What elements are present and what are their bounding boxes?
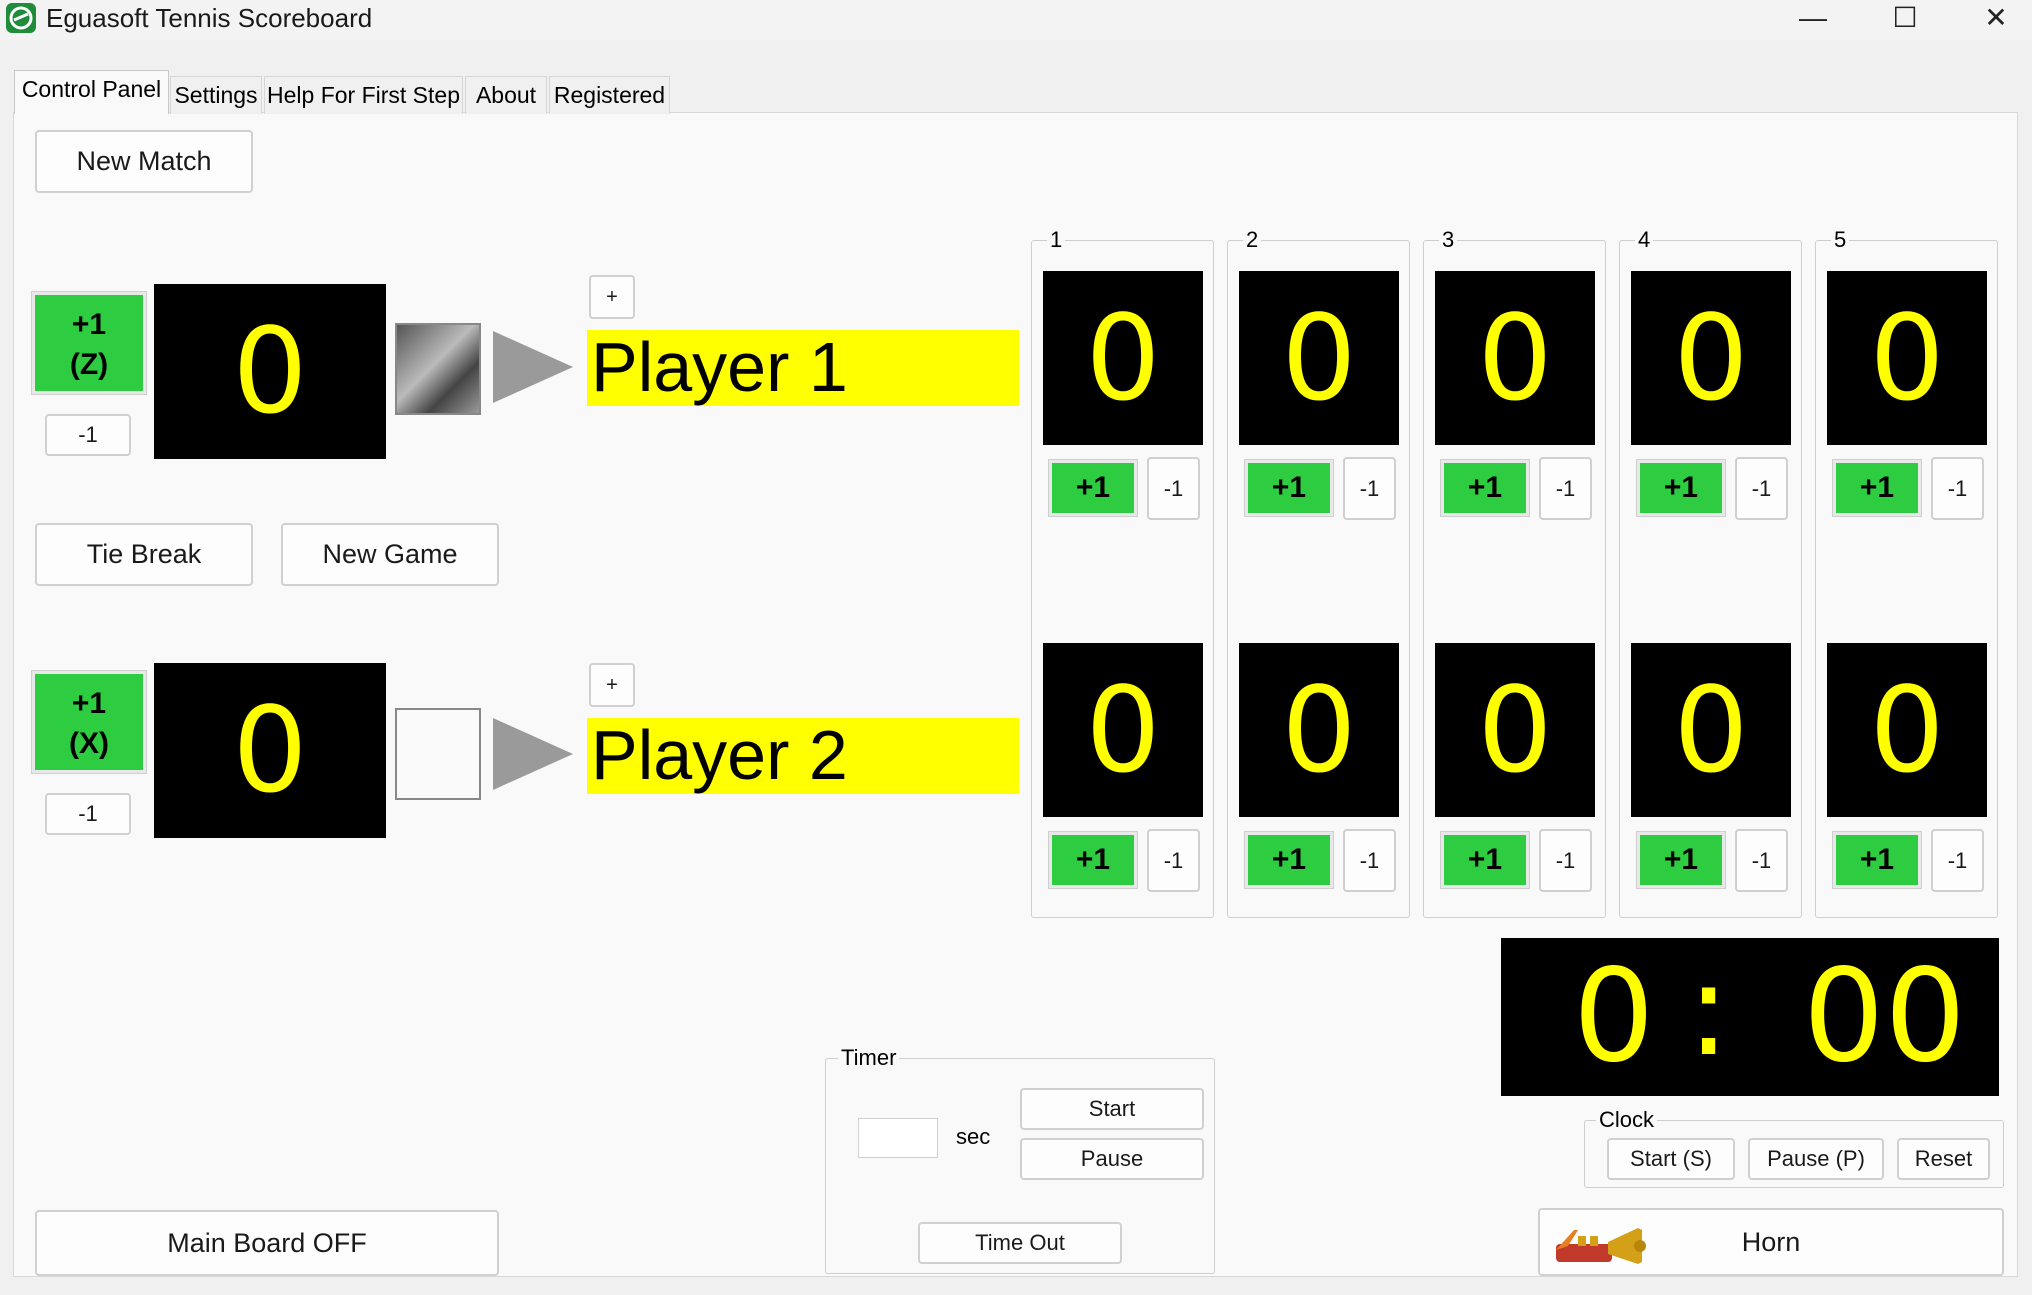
clock-separator: :: [1687, 936, 1731, 1085]
set-3-player2-plus-button[interactable]: +1: [1440, 831, 1530, 889]
player2-expand-button[interactable]: +: [589, 663, 635, 707]
set-1-player2-plus-button[interactable]: +1: [1048, 831, 1138, 889]
arrow-right-icon: [493, 718, 573, 790]
player1-minus-point-button[interactable]: -1: [45, 414, 131, 456]
set-3-player2-minus-button[interactable]: -1: [1539, 829, 1592, 892]
tie-break-button[interactable]: Tie Break: [35, 523, 253, 586]
clock-seconds: 00: [1803, 942, 1966, 1091]
set-3-player2-games: 0: [1435, 643, 1595, 817]
set-5-player1-minus-button[interactable]: -1: [1931, 457, 1984, 520]
timer-pause-button[interactable]: Pause: [1020, 1138, 1204, 1180]
player1-points-display: 0: [154, 284, 386, 459]
set-4-player1-minus-button[interactable]: -1: [1735, 457, 1788, 520]
set-2-player1-plus-button[interactable]: +1: [1244, 459, 1334, 517]
clock-pause-button[interactable]: Pause (P): [1748, 1138, 1884, 1180]
set-4-player2-games: 0: [1631, 643, 1791, 817]
set-2-label: 2: [1243, 228, 1262, 252]
player1-name[interactable]: Player 1: [587, 330, 1019, 406]
trumpet-icon: [1548, 1216, 1648, 1272]
set-5-player1-plus-button[interactable]: +1: [1832, 459, 1922, 517]
set-4-player1-games: 0: [1631, 271, 1791, 445]
tab-help[interactable]: Help For First Step: [264, 76, 463, 114]
player2-add-point-button[interactable]: +1 (X): [31, 670, 147, 774]
tab-registered[interactable]: Registered: [549, 76, 670, 114]
arrow-right-icon: [493, 331, 573, 403]
tab-control-panel[interactable]: Control Panel: [14, 70, 169, 114]
timer-group-label: Timer: [838, 1046, 900, 1070]
window-title: Eguasoft Tennis Scoreboard: [46, 3, 373, 33]
set-3-player1-minus-button[interactable]: -1: [1539, 457, 1592, 520]
set-3-player1-plus-button[interactable]: +1: [1440, 459, 1530, 517]
tab-settings[interactable]: Settings: [170, 76, 262, 114]
set-2-player2-games: 0: [1239, 643, 1399, 817]
tab-about[interactable]: About: [465, 76, 547, 114]
add-label: +1: [71, 308, 107, 341]
set-4-player1-plus-button[interactable]: +1: [1636, 459, 1726, 517]
key-label: (Z): [69, 348, 109, 381]
set-1-player1-games: 0: [1043, 271, 1203, 445]
clock-reset-button[interactable]: Reset: [1897, 1138, 1990, 1180]
clock-display: 0 : 00: [1501, 936, 1999, 1096]
set-2-player2-plus-button[interactable]: +1: [1244, 831, 1334, 889]
set-3-label: 3: [1439, 228, 1458, 252]
player2-points-display: 0: [154, 663, 386, 838]
timer-start-button[interactable]: Start: [1020, 1088, 1204, 1130]
new-game-button[interactable]: New Game: [281, 523, 499, 586]
maximize-button[interactable]: ☐: [1859, 0, 1951, 40]
player1-photo[interactable]: [395, 323, 481, 415]
clock-minutes: 0: [1573, 942, 1655, 1091]
player2-photo[interactable]: [395, 708, 481, 800]
set-1-player1-plus-button[interactable]: +1: [1048, 459, 1138, 517]
set-2-player2-minus-button[interactable]: -1: [1343, 829, 1396, 892]
player1-add-point-button[interactable]: +1 (Z): [31, 291, 147, 395]
close-button[interactable]: ✕: [1950, 0, 2032, 40]
app-logo-icon: [6, 3, 36, 33]
set-5-label: 5: [1831, 228, 1850, 252]
set-4-player2-plus-button[interactable]: +1: [1636, 831, 1726, 889]
set-2-player1-minus-button[interactable]: -1: [1343, 457, 1396, 520]
time-out-button[interactable]: Time Out: [918, 1222, 1122, 1264]
set-5-player2-games: 0: [1827, 643, 1987, 817]
set-1-player1-minus-button[interactable]: -1: [1147, 457, 1200, 520]
key-label: (X): [69, 727, 109, 760]
player1-expand-button[interactable]: +: [589, 275, 635, 319]
set-5-player1-games: 0: [1827, 271, 1987, 445]
clock-group-label: Clock: [1596, 1108, 1658, 1132]
new-match-button[interactable]: New Match: [35, 130, 253, 193]
set-5-player2-plus-button[interactable]: +1: [1832, 831, 1922, 889]
horn-button[interactable]: Horn: [1538, 1208, 2004, 1276]
set-1-label: 1: [1047, 228, 1066, 252]
add-label: +1: [71, 687, 107, 720]
timer-unit-label: sec: [956, 1124, 991, 1149]
timer-seconds-input[interactable]: [858, 1118, 938, 1158]
set-2-player1-games: 0: [1239, 271, 1399, 445]
set-5-player2-minus-button[interactable]: -1: [1931, 829, 1984, 892]
set-4-player2-minus-button[interactable]: -1: [1735, 829, 1788, 892]
horn-label: Horn: [1741, 1227, 1801, 1257]
set-3-player1-games: 0: [1435, 271, 1595, 445]
player2-name[interactable]: Player 2: [587, 718, 1019, 794]
minimize-button[interactable]: —: [1767, 0, 1859, 40]
set-4-label: 4: [1635, 228, 1654, 252]
player2-minus-point-button[interactable]: -1: [45, 793, 131, 835]
clock-start-button[interactable]: Start (S): [1607, 1138, 1735, 1180]
title-bar: Eguasoft Tennis Scoreboard — ☐ ✕: [0, 0, 2032, 40]
main-board-toggle-button[interactable]: Main Board OFF: [35, 1210, 499, 1276]
set-1-player2-games: 0: [1043, 643, 1203, 817]
set-1-player2-minus-button[interactable]: -1: [1147, 829, 1200, 892]
